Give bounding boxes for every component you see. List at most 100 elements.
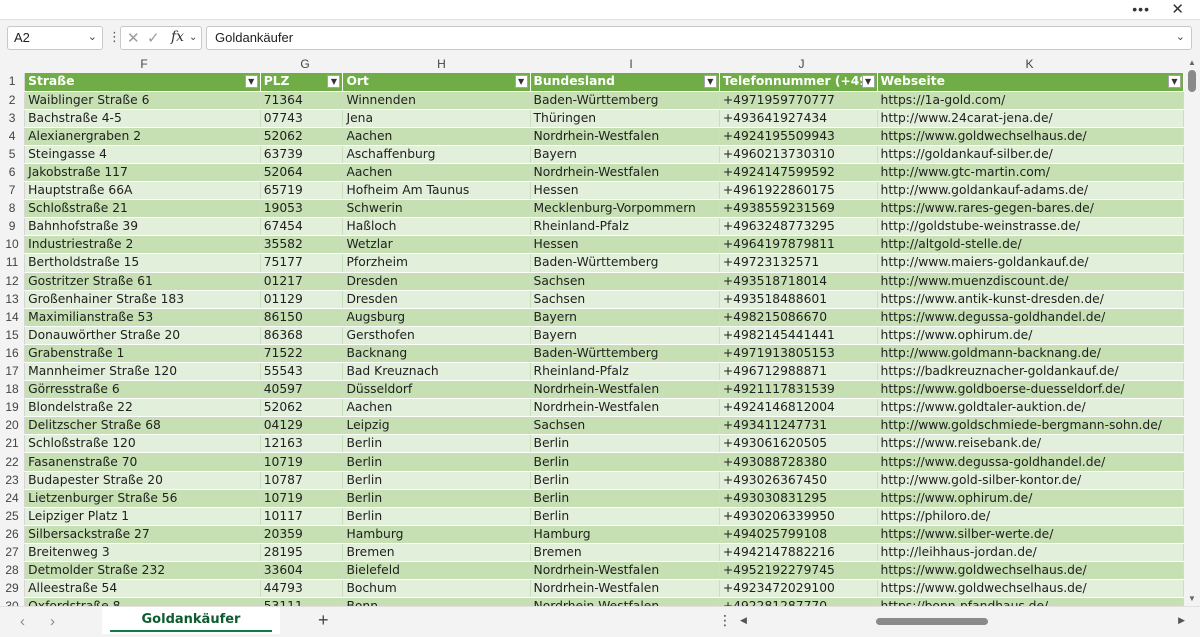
cell-webseite[interactable]: https://www.goldtaler-auktion.de/ xyxy=(877,398,1184,418)
cell-webseite[interactable]: https://bonn-pfandhaus.de/ xyxy=(877,597,1184,606)
cell-plz[interactable]: 10719 xyxy=(260,452,344,472)
cell-plz[interactable]: 53111 xyxy=(260,597,344,606)
cell-telefon[interactable]: +4971913805153 xyxy=(719,344,878,364)
cell-telefon[interactable]: +4924195509943 xyxy=(719,127,878,146)
cell-plz[interactable]: 40597 xyxy=(260,380,344,400)
cell-ort[interactable]: Schwerin xyxy=(342,199,531,219)
cell-strasse[interactable]: Blondelstraße 22 xyxy=(24,398,261,418)
cell-telefon[interactable]: +4924147599592 xyxy=(719,163,878,183)
cell-bundesland[interactable]: Hamburg xyxy=(530,525,720,544)
cell-plz[interactable]: 10719 xyxy=(260,489,344,508)
cell-strasse[interactable]: Gostritzer Straße 61 xyxy=(24,272,261,291)
row-number[interactable]: 4 xyxy=(0,127,26,146)
cell-strasse[interactable]: Fasanenstraße 70 xyxy=(24,452,261,472)
cell-telefon[interactable]: +4982145441441 xyxy=(719,326,878,345)
sheet-tab-goldankaeufer[interactable]: Goldankäufer Deutschland xyxy=(102,607,280,634)
cell-webseite[interactable]: https://www.reisebank.de/ xyxy=(877,434,1184,454)
filter-dropdown-icon[interactable]: ▼ xyxy=(1168,75,1181,88)
cell-bundesland[interactable]: Nordrhein-Westfalen xyxy=(530,579,720,599)
row-number[interactable]: 8 xyxy=(0,199,26,219)
cell-ort[interactable]: Berlin xyxy=(342,471,531,490)
cell-strasse[interactable]: Schloßstraße 21 xyxy=(24,199,261,219)
cell-webseite[interactable]: https://1a-gold.com/ xyxy=(877,91,1184,110)
more-options-icon[interactable]: ••• xyxy=(1132,1,1150,17)
cell-telefon[interactable]: +4960213730310 xyxy=(719,145,878,164)
cell-plz[interactable]: 67454 xyxy=(260,217,344,237)
cell-ort[interactable]: Aachen xyxy=(342,163,531,183)
row-number[interactable]: 16 xyxy=(0,344,26,364)
name-box[interactable]: A2 ⌄ xyxy=(7,26,103,50)
cell-webseite[interactable]: https://badkreuznacher-goldankauf.de/ xyxy=(877,362,1184,382)
cell-plz[interactable]: 04129 xyxy=(260,416,344,436)
cell-strasse[interactable]: Industriestraße 2 xyxy=(24,235,261,255)
scroll-right-icon[interactable]: ▶ xyxy=(1178,615,1185,626)
cell-ort[interactable]: Berlin xyxy=(342,434,531,454)
cell-plz[interactable]: 01129 xyxy=(260,290,344,309)
cell-webseite[interactable]: http://www.maiers-goldankauf.de/ xyxy=(877,253,1184,273)
cell-strasse[interactable]: Detmolder Straße 232 xyxy=(24,561,261,581)
cell-webseite[interactable]: https://www.goldwechselhaus.de/ xyxy=(877,127,1184,146)
cell-telefon[interactable]: +493518718014 xyxy=(719,272,878,291)
cell-ort[interactable]: Leipzig xyxy=(342,416,531,436)
cell-ort[interactable]: Berlin xyxy=(342,452,531,472)
cell-ort[interactable]: Augsburg xyxy=(342,308,531,327)
column-header-f[interactable]: F xyxy=(25,56,263,73)
row-number[interactable]: 22 xyxy=(0,452,26,472)
row-number[interactable]: 12 xyxy=(0,272,26,291)
cell-plz[interactable]: 44793 xyxy=(260,579,344,599)
cell-bundesland[interactable]: Sachsen xyxy=(530,272,720,291)
cell-webseite[interactable]: http://www.gold-silber-kontor.de/ xyxy=(877,471,1184,490)
cell-telefon[interactable]: +4930206339950 xyxy=(719,507,878,526)
cell-ort[interactable]: Hamburg xyxy=(342,525,531,544)
cell-webseite[interactable]: http://www.goldankauf-adams.de/ xyxy=(877,181,1184,201)
cell-bundesland[interactable]: Nordrhein-Westfalen xyxy=(530,380,720,400)
cell-bundesland[interactable]: Bremen xyxy=(530,543,720,563)
cell-strasse[interactable]: Bachstraße 4-5 xyxy=(24,109,261,128)
column-header-j[interactable]: J xyxy=(726,56,877,73)
row-number[interactable]: 3 xyxy=(0,109,26,128)
cell-bundesland[interactable]: Nordrhein-Westfalen xyxy=(530,597,720,606)
cell-webseite[interactable]: https://www.ophirum.de/ xyxy=(877,326,1184,345)
row-number[interactable]: 19 xyxy=(0,398,26,418)
chevron-right-icon[interactable]: › xyxy=(50,613,55,630)
cell-bundesland[interactable]: Baden-Württemberg xyxy=(530,344,720,364)
cell-telefon[interactable]: +4923472029100 xyxy=(719,579,878,599)
cell-plz[interactable]: 52064 xyxy=(260,163,344,183)
cell-ort[interactable]: Berlin xyxy=(342,507,531,526)
cancel-icon[interactable]: ✕ xyxy=(127,29,140,47)
row-number[interactable]: 15 xyxy=(0,326,26,345)
horizontal-scroll-thumb[interactable] xyxy=(876,618,988,625)
cell-bundesland[interactable]: Baden-Württemberg xyxy=(530,91,720,110)
cell-ort[interactable]: Aschaffenburg xyxy=(342,145,531,164)
cell-bundesland[interactable]: Berlin xyxy=(530,434,720,454)
cell-webseite[interactable]: https://goldankauf-silber.de/ xyxy=(877,145,1184,164)
cell-strasse[interactable]: Schloßstraße 120 xyxy=(24,434,261,454)
cell-bundesland[interactable]: Sachsen xyxy=(530,290,720,309)
cell-strasse[interactable]: Lietzenburger Straße 56 xyxy=(24,489,261,508)
cell-strasse[interactable]: Bahnhofstraße 39 xyxy=(24,217,261,237)
cell-strasse[interactable]: Grabenstraße 1 xyxy=(24,344,261,364)
cell-bundesland[interactable]: Baden-Württemberg xyxy=(530,253,720,273)
column-header-h[interactable]: H xyxy=(347,56,536,73)
cell-bundesland[interactable]: Bayern xyxy=(530,308,720,327)
row-number[interactable]: 9 xyxy=(0,217,26,237)
cell-bundesland[interactable]: Thüringen xyxy=(530,109,720,128)
cell-bundesland[interactable]: Hessen xyxy=(530,181,720,201)
cell-bundesland[interactable]: Nordrhein-Westfalen xyxy=(530,398,720,418)
row-number[interactable]: 17 xyxy=(0,362,26,382)
cell-strasse[interactable]: Budapester Straße 20 xyxy=(24,471,261,490)
cell-webseite[interactable]: http://leihhaus-jordan.de/ xyxy=(877,543,1184,563)
row-number[interactable]: 28 xyxy=(0,561,26,581)
cell-webseite[interactable]: http://www.goldmann-backnang.de/ xyxy=(877,344,1184,364)
chevron-down-icon[interactable]: ⌄ xyxy=(88,30,97,43)
cell-bundesland[interactable]: Berlin xyxy=(530,471,720,490)
insert-function-icon[interactable]: fx xyxy=(171,29,184,45)
cell-webseite[interactable]: https://www.degussa-goldhandel.de/ xyxy=(877,308,1184,327)
cell-strasse[interactable]: Alleestraße 54 xyxy=(24,579,261,599)
cell-telefon[interactable]: +4971959770777 xyxy=(719,91,878,110)
cell-ort[interactable]: Bremen xyxy=(342,543,531,563)
cell-telefon[interactable]: +493030831295 xyxy=(719,489,878,508)
cell-telefon[interactable]: +493518488601 xyxy=(719,290,878,309)
cell-telefon[interactable]: +493061620505 xyxy=(719,434,878,454)
cell-plz[interactable]: 86150 xyxy=(260,308,344,327)
